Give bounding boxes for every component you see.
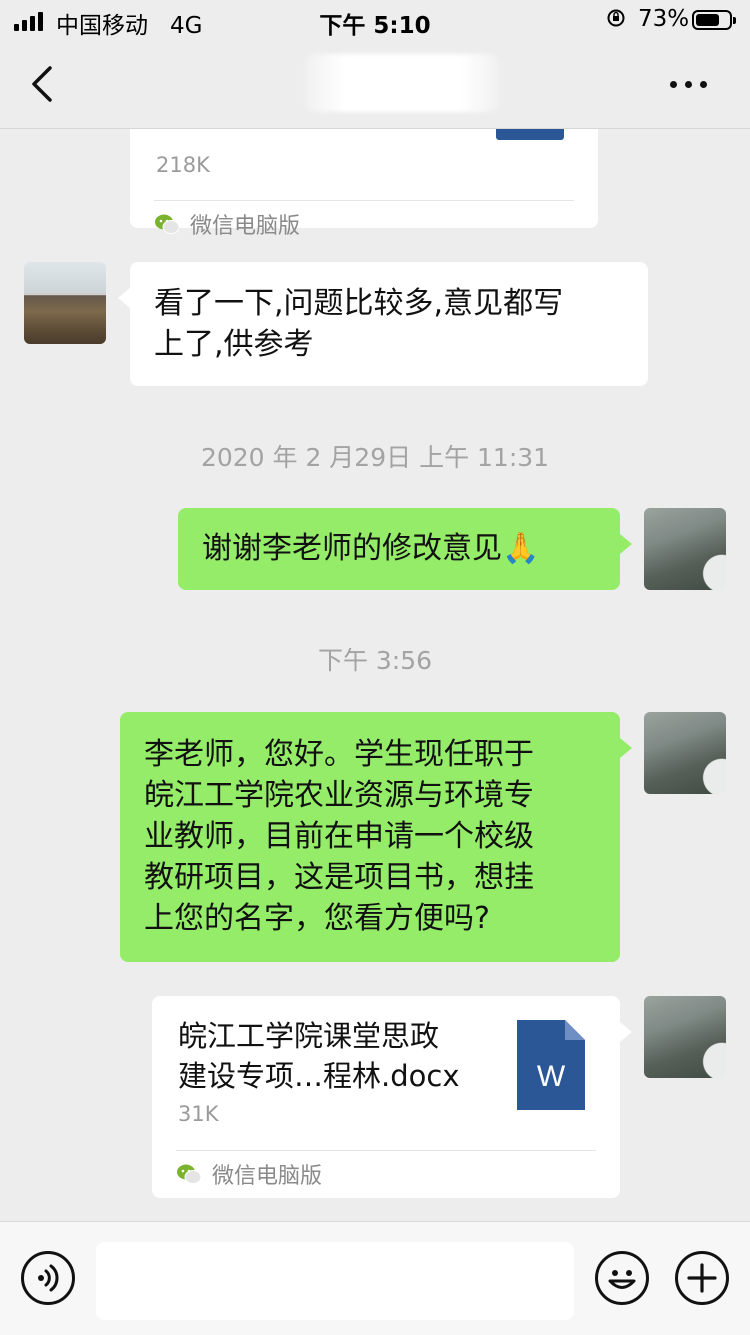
message-text: 业教师，目前在申请一个校级 [144, 819, 534, 854]
message-text: 上了,供参考 [154, 327, 314, 362]
status-bar: 中国移动 4G 下午 5:10 73% [0, 0, 750, 40]
voice-icon[interactable] [21, 1251, 75, 1305]
file-message-card[interactable]: 218K 微信电脑版 [130, 128, 598, 239]
wechat-icon [155, 214, 180, 234]
timestamp: 下午 3:56 [317, 646, 433, 675]
file-name: 皖江工学院课堂思政 建设专项…程林.docx [178, 1019, 460, 1093]
word-doc-icon [496, 128, 564, 140]
avatar[interactable] [24, 262, 106, 344]
rotation-lock-icon [607, 9, 625, 27]
file-source: 微信电脑版 [154, 208, 300, 240]
battery-percent: 73% [638, 6, 690, 32]
chat-area[interactable]: 218K 微信电脑版 看了一下,问题比较多,意见都写 上了,供参考 2020 年… [0, 128, 750, 1221]
file-size: 31K [178, 1102, 219, 1126]
message-text: 李老师，您好。学生现任职于 [144, 737, 534, 772]
avatar[interactable] [644, 508, 726, 590]
wechat-icon [177, 1164, 202, 1184]
message-text: 看了一下,问题比较多,意见都写 [154, 286, 564, 321]
message-text: 上您的名字，您看方便吗? [144, 901, 490, 936]
message-text: 皖江工学院农业资源与环境专 [144, 778, 534, 813]
svg-text:W: W [537, 1060, 566, 1093]
avatar[interactable] [644, 996, 726, 1078]
ellipsis-icon[interactable] [670, 74, 718, 94]
chevron-left-icon[interactable] [28, 62, 58, 106]
plus-icon[interactable] [675, 1251, 729, 1305]
message-input[interactable] [96, 1242, 574, 1320]
message-bubble-incoming[interactable]: 看了一下,问题比较多,意见都写 上了,供参考 [118, 262, 648, 386]
file-message-card[interactable]: 皖江工学院课堂思政 建设专项…程林.docx 31K W 微信电脑版 [152, 996, 632, 1198]
timestamp: 2020 年 2 月29日 上午 11:31 [200, 443, 550, 472]
word-doc-icon: W [517, 1020, 585, 1110]
emoji-icon[interactable] [595, 1251, 649, 1305]
nav-bar [0, 40, 750, 129]
message-bubble-outgoing[interactable]: 谢谢李老师的修改意见🙏 [178, 508, 632, 590]
battery-icon [692, 10, 736, 30]
chat-title-blurred [305, 54, 500, 112]
divider [154, 200, 574, 201]
divider [176, 1150, 596, 1151]
message-text: 教研项目，这是项目书，想挂 [144, 860, 534, 895]
message-bubble-outgoing[interactable]: 李老师，您好。学生现任职于 皖江工学院农业资源与环境专 业教师，目前在申请一个校… [120, 712, 632, 962]
avatar[interactable] [644, 712, 726, 794]
input-bar [0, 1221, 750, 1335]
file-size: 218K [156, 153, 210, 177]
file-source: 微信电脑版 [176, 1158, 322, 1190]
message-text: 谢谢李老师的修改意见🙏 [202, 531, 540, 566]
